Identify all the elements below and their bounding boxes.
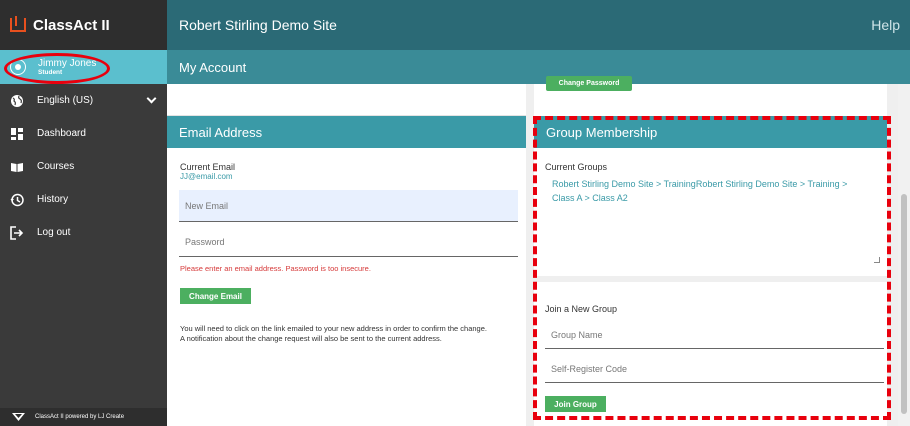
self-register-code-input[interactable]	[545, 356, 884, 383]
email-error-message: Please enter an email address. Password …	[180, 264, 371, 273]
group-panel: Change Password Group Membership Current…	[534, 76, 887, 426]
site-title: Robert Stirling Demo Site	[179, 17, 337, 33]
sidebar-item-logout[interactable]: Log out	[0, 216, 167, 249]
user-role: Student	[38, 69, 63, 76]
sidebar-item-courses[interactable]: Courses	[0, 150, 167, 183]
dashboard-icon	[10, 127, 24, 141]
change-email-button[interactable]: Change Email	[180, 288, 251, 304]
logout-icon	[10, 225, 24, 240]
sidebar-item-label: English (US)	[37, 95, 94, 106]
current-email-block: Current Email JJ@email.com	[180, 162, 235, 181]
sidebar-item-label: Log out	[37, 227, 71, 238]
chevron-down-icon[interactable]	[146, 93, 157, 104]
user-name: Jimmy Jones	[38, 58, 97, 69]
sidebar-item-dashboard[interactable]: Dashboard	[0, 117, 167, 150]
brand-name: ClassAct II	[33, 16, 110, 34]
current-groups-label: Current Groups	[545, 162, 608, 172]
group-name-input[interactable]	[545, 322, 884, 349]
sidebar-item-history[interactable]: History	[0, 183, 167, 216]
history-icon	[10, 193, 24, 207]
group-section-header: Group Membership	[534, 116, 887, 148]
password-input[interactable]	[179, 228, 518, 257]
note-line: A notification about the change request …	[180, 334, 442, 343]
book-icon	[10, 160, 24, 174]
sidebar-item-label: Courses	[37, 161, 75, 172]
current-groups-list: Robert Stirling Demo Site > TrainingRobe…	[544, 177, 884, 205]
globe-icon	[10, 94, 24, 108]
page-title: My Account	[179, 59, 247, 75]
join-group-button[interactable]: Join Group	[545, 396, 606, 412]
lj-create-logo-icon	[12, 413, 25, 421]
sidebar-item-label: History	[37, 194, 69, 205]
group-path: Class A > Class A2	[552, 193, 628, 203]
lj-logo-icon	[10, 16, 26, 32]
change-password-button[interactable]: Change Password	[546, 76, 632, 91]
group-path: Robert Stirling Demo Site > TrainingRobe…	[552, 179, 848, 189]
password-panel-bottom: Change Password	[534, 76, 887, 116]
sidebar: ClassAct II Jimmy Jones Student English …	[0, 0, 167, 426]
main-content: Email Address Current Email JJ@email.com…	[167, 76, 910, 426]
sidebar-user[interactable]: Jimmy Jones Student	[0, 50, 167, 84]
sidebar-footer: ClassAct II powered by LJ Create	[0, 408, 167, 426]
scrollbar-thumb[interactable]	[901, 194, 907, 414]
brand[interactable]: ClassAct II	[0, 0, 167, 50]
previous-panel-bottom	[167, 84, 526, 116]
footer-text: ClassAct II powered by LJ Create	[35, 414, 125, 420]
section-divider	[534, 276, 887, 282]
email-panel: Email Address Current Email JJ@email.com…	[167, 84, 526, 426]
current-email-value: JJ@email.com	[180, 172, 233, 181]
new-email-input[interactable]	[179, 190, 518, 222]
current-groups-textarea[interactable]: Robert Stirling Demo Site > TrainingRobe…	[544, 177, 884, 267]
join-group-label: Join a New Group	[545, 304, 618, 314]
sidebar-item-language[interactable]: English (US)	[0, 84, 167, 117]
top-header: Robert Stirling Demo Site Help	[167, 0, 910, 50]
page-scrollbar[interactable]	[898, 84, 910, 426]
resize-grip-icon[interactable]	[874, 257, 880, 263]
note-line: You will need to click on the link email…	[180, 324, 487, 333]
current-email-label: Current Email	[180, 162, 236, 172]
help-link[interactable]: Help	[871, 17, 900, 33]
page-header: My Account	[167, 50, 910, 84]
sidebar-item-label: Dashboard	[37, 128, 86, 139]
email-section-header: Email Address	[167, 116, 526, 148]
user-avatar-icon	[10, 59, 26, 75]
email-change-note: You will need to click on the link email…	[180, 324, 487, 344]
